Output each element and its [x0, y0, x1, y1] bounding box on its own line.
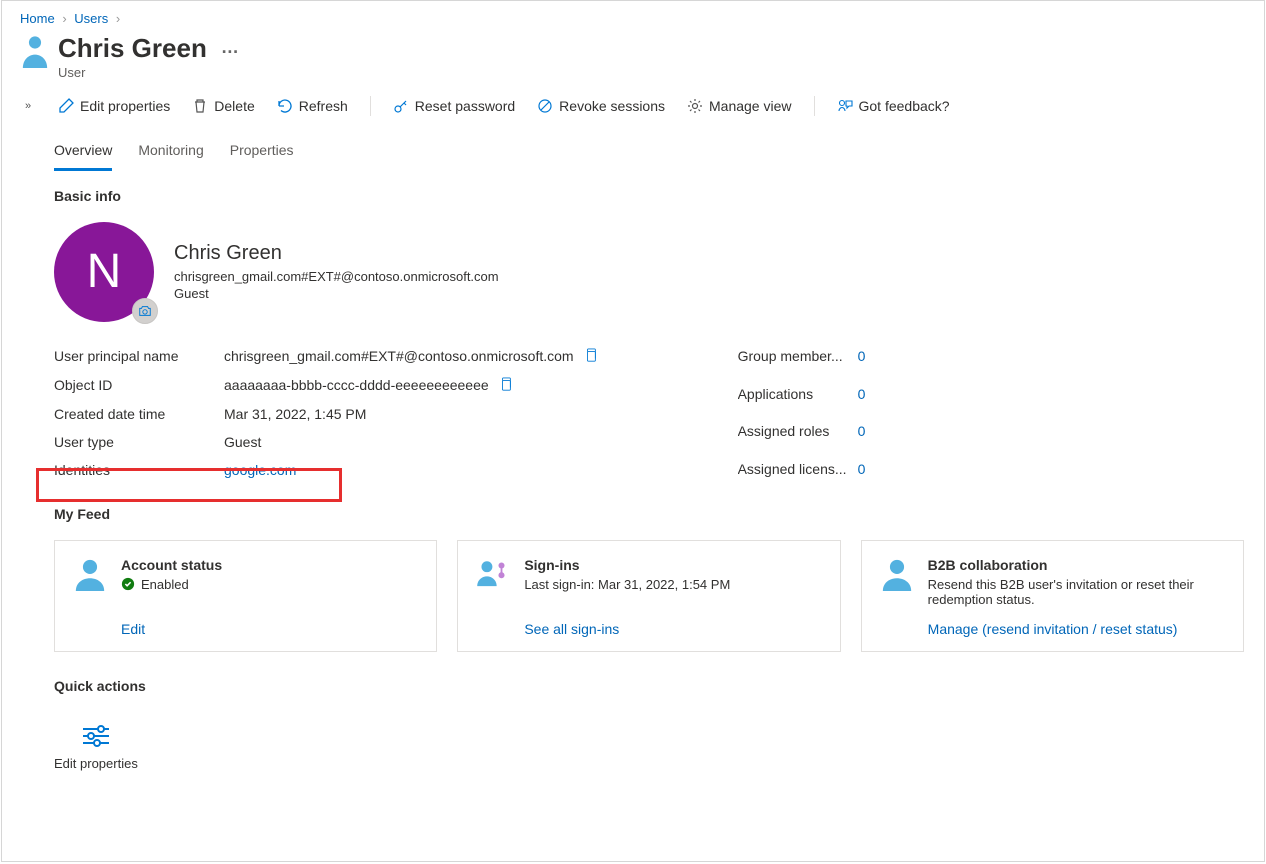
toolbar-divider: [370, 96, 371, 116]
checkmark-icon: [121, 577, 135, 591]
camera-upload-button[interactable]: [132, 298, 158, 324]
refresh-icon: [277, 98, 293, 114]
gear-icon: [687, 98, 703, 114]
signins-icon: [476, 557, 510, 637]
expand-sidebar-button[interactable]: »: [18, 100, 38, 112]
quick-actions-heading: Quick actions: [54, 678, 1244, 694]
assigned-roles-value[interactable]: 0: [858, 423, 908, 439]
assigned-roles-label: Assigned roles: [738, 423, 858, 439]
delete-label: Delete: [214, 98, 254, 114]
objectid-value: aaaaaaaa-bbbb-cccc-dddd-eeeeeeeeeeee: [224, 377, 598, 394]
refresh-label: Refresh: [299, 98, 348, 114]
copy-upn-button[interactable]: [584, 348, 598, 365]
group-memberships-label: Group member...: [738, 348, 858, 364]
copy-icon: [584, 348, 598, 362]
key-icon: [393, 98, 409, 114]
reset-password-button[interactable]: Reset password: [393, 98, 515, 114]
card-title: Sign-ins: [524, 557, 821, 573]
tab-overview[interactable]: Overview: [54, 136, 112, 171]
trash-icon: [192, 98, 208, 114]
usertype-label: User type: [54, 434, 224, 450]
usertype-value: Guest: [224, 434, 598, 450]
tab-properties[interactable]: Properties: [230, 136, 294, 170]
group-memberships-value[interactable]: 0: [858, 348, 908, 364]
edit-account-link[interactable]: Edit: [121, 611, 418, 637]
chevron-right-icon: ›: [116, 11, 120, 26]
pencil-icon: [58, 98, 74, 114]
card-account-status: Account status Enabled Edit: [54, 540, 437, 652]
more-menu-button[interactable]: …: [221, 38, 240, 58]
camera-icon: [138, 304, 152, 318]
assigned-licenses-value[interactable]: 0: [858, 461, 908, 477]
tabs: Overview Monitoring Properties: [18, 122, 1244, 170]
breadcrumb-home[interactable]: Home: [20, 11, 55, 26]
edit-properties-button[interactable]: Edit properties: [58, 98, 170, 114]
manage-b2b-link[interactable]: Manage (resend invitation / reset status…: [928, 611, 1225, 637]
copy-objectid-button[interactable]: [499, 377, 513, 394]
feedback-button[interactable]: Got feedback?: [837, 98, 950, 114]
card-title: B2B collaboration: [928, 557, 1225, 573]
card-signins: Sign-ins Last sign-in: Mar 31, 2022, 1:5…: [457, 540, 840, 652]
card-b2b: B2B collaboration Resend this B2B user's…: [861, 540, 1244, 652]
my-feed-heading: My Feed: [54, 506, 1244, 522]
quick-edit-properties-label: Edit properties: [54, 756, 138, 771]
account-status-value: Enabled: [141, 577, 189, 592]
sliders-icon: [79, 724, 113, 748]
tab-monitoring[interactable]: Monitoring: [138, 136, 203, 170]
quick-edit-properties-button[interactable]: Edit properties: [54, 724, 138, 771]
person-icon: [880, 557, 914, 637]
reset-password-label: Reset password: [415, 98, 515, 114]
feedback-icon: [837, 98, 853, 114]
page-title: Chris Green …: [58, 34, 240, 63]
card-title: Account status: [121, 557, 418, 573]
applications-label: Applications: [738, 386, 858, 402]
b2b-description: Resend this B2B user's invitation or res…: [928, 577, 1225, 607]
objectid-label: Object ID: [54, 377, 224, 393]
identities-value[interactable]: google.com: [224, 462, 598, 478]
manage-view-button[interactable]: Manage view: [687, 98, 792, 114]
edit-properties-label: Edit properties: [80, 98, 170, 114]
breadcrumb: Home › Users ›: [18, 9, 1244, 28]
refresh-button[interactable]: Refresh: [277, 98, 348, 114]
person-icon: [20, 34, 50, 71]
chevron-right-icon: ›: [62, 11, 66, 26]
upn-label: User principal name: [54, 348, 224, 364]
profile-type: Guest: [174, 286, 499, 301]
revoke-sessions-button[interactable]: Revoke sessions: [537, 98, 665, 114]
breadcrumb-users[interactable]: Users: [74, 11, 108, 26]
basic-info-heading: Basic info: [54, 188, 1244, 204]
upn-value: chrisgreen_gmail.com#EXT#@contoso.onmicr…: [224, 348, 598, 365]
person-icon: [73, 557, 107, 637]
created-label: Created date time: [54, 406, 224, 422]
avatar-initial: N: [87, 244, 122, 299]
toolbar-divider: [814, 96, 815, 116]
delete-button[interactable]: Delete: [192, 98, 254, 114]
page-title-text: Chris Green: [58, 34, 207, 63]
profile-upn: chrisgreen_gmail.com#EXT#@contoso.onmicr…: [174, 269, 499, 284]
last-signin-value: Last sign-in: Mar 31, 2022, 1:54 PM: [524, 577, 821, 592]
created-value: Mar 31, 2022, 1:45 PM: [224, 406, 598, 422]
copy-icon: [499, 377, 513, 391]
feedback-label: Got feedback?: [859, 98, 950, 114]
manage-view-label: Manage view: [709, 98, 792, 114]
applications-value[interactable]: 0: [858, 386, 908, 402]
revoke-sessions-label: Revoke sessions: [559, 98, 665, 114]
revoke-icon: [537, 98, 553, 114]
avatar: N: [54, 222, 154, 322]
assigned-licenses-label: Assigned licens...: [738, 461, 858, 477]
identities-label: Identities: [54, 462, 224, 478]
see-all-signins-link[interactable]: See all sign-ins: [524, 611, 821, 637]
profile-name: Chris Green: [174, 242, 499, 265]
page-subtitle: User: [58, 65, 240, 80]
